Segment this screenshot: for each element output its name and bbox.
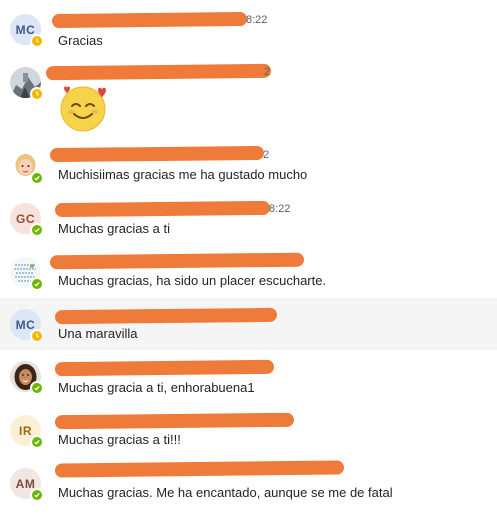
avatar[interactable] <box>10 151 44 185</box>
available-status-icon <box>30 171 44 185</box>
chat-message[interactable]: Muchas gracias, ha sido un placer escuch… <box>0 248 497 298</box>
chat-message[interactable]: IR Muchas gracias a ti!!! <box>0 404 497 458</box>
avatar[interactable] <box>10 361 44 395</box>
away-status-icon <box>30 329 44 343</box>
message-timestamp: 2 <box>264 66 271 78</box>
chat-message[interactable]: 2 <box>0 58 497 148</box>
redacted-sender-name <box>45 63 272 81</box>
message-text[interactable]: Muchas gracias a ti!!! <box>58 432 181 447</box>
redacted-sender-name <box>51 11 248 29</box>
avatar[interactable]: AM <box>10 468 44 502</box>
message-text[interactable]: Muchas gracias a ti <box>58 221 170 236</box>
redacted-sender-name <box>54 307 278 325</box>
message-timestamp: 2 <box>263 149 270 161</box>
away-status-icon <box>30 87 44 101</box>
message-text[interactable]: Muchas gracias. Me ha encantado, aunque … <box>58 485 393 500</box>
chat-message[interactable]: GC 8:22 Muchas gracias a ti <box>0 194 497 248</box>
message-timestamp: 8:22 <box>269 203 291 215</box>
chat-message[interactable]: AM Muchas gracias. Me ha encantado, aunq… <box>0 458 497 517</box>
avatar[interactable] <box>10 257 44 291</box>
redacted-sender-name <box>54 412 295 430</box>
available-status-icon <box>30 488 44 502</box>
available-status-icon <box>30 435 44 449</box>
available-status-icon <box>30 223 44 237</box>
chat-message[interactable]: 2 Muchisiimas gracias me ha gustado much… <box>0 140 497 194</box>
avatar[interactable]: IR <box>10 415 44 449</box>
redacted-sender-name <box>49 145 265 163</box>
avatar[interactable]: GC <box>10 203 44 237</box>
away-status-icon <box>30 34 44 48</box>
chat-message[interactable]: MC Una maravilla <box>0 298 497 350</box>
redacted-sender-name <box>54 200 271 218</box>
message-text[interactable]: Muchisiimas gracias me ha gustado mucho <box>58 167 307 182</box>
available-status-icon <box>30 277 44 291</box>
avatar[interactable]: MC <box>10 309 44 343</box>
available-status-icon <box>30 381 44 395</box>
message-timestamp: 8:22 <box>246 14 268 26</box>
redacted-sender-name <box>54 359 275 377</box>
message-text[interactable]: Muchas gracias, ha sido un placer escuch… <box>58 273 326 288</box>
redacted-sender-name <box>54 460 345 478</box>
message-text[interactable]: Gracias <box>58 33 103 48</box>
chat-message[interactable]: MC 8:22 Gracias <box>0 0 497 58</box>
message-text[interactable]: Una maravilla <box>58 326 137 341</box>
chat-message[interactable]: Muchas gracia a ti, enhorabuena1 <box>0 350 497 404</box>
avatar[interactable] <box>10 67 44 101</box>
redacted-sender-name <box>49 252 305 270</box>
avatar[interactable]: MC <box>10 14 44 48</box>
message-text[interactable]: Muchas gracia a ti, enhorabuena1 <box>58 380 255 395</box>
smiling-face-with-hearts-icon <box>58 84 110 137</box>
avatar-initials: IR <box>19 423 32 438</box>
chat-message-feed: MC 8:22 Gracias 2 2 Muchisiimas gracias … <box>0 0 497 517</box>
